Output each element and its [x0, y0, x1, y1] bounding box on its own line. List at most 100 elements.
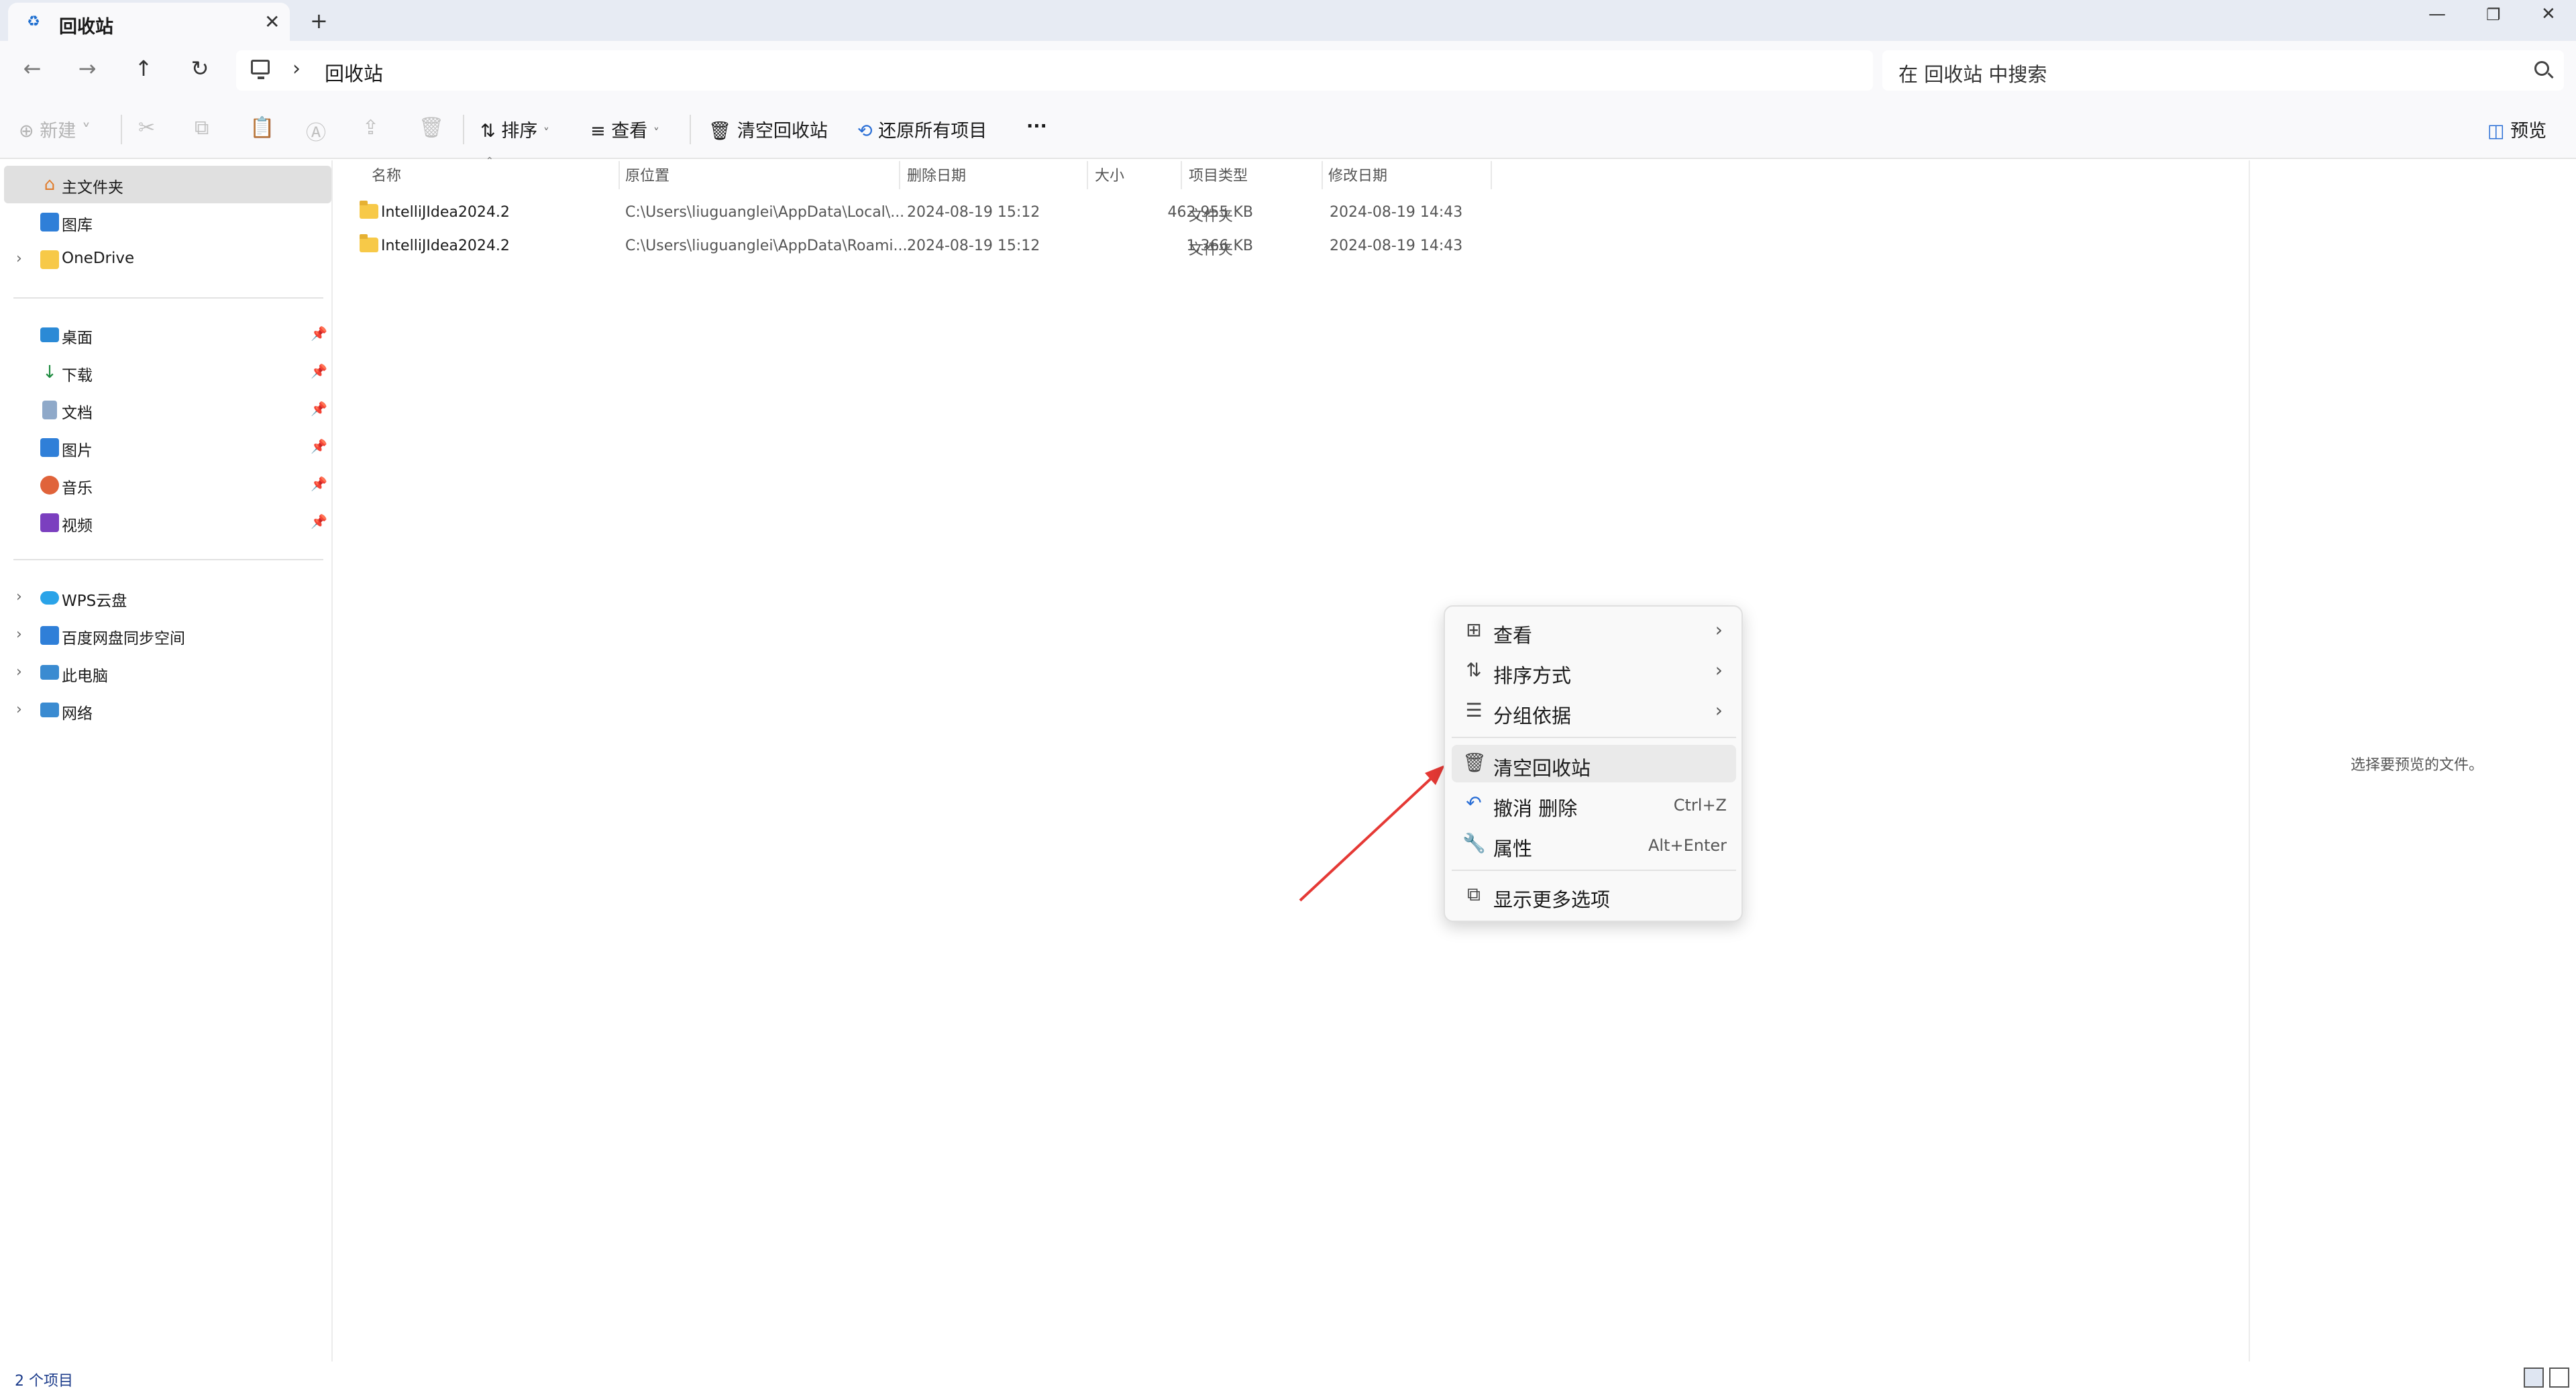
column-separator[interactable]: [1491, 161, 1492, 189]
sort-button[interactable]: ⇅ 排序 ˅: [480, 116, 549, 142]
new-button[interactable]: ⊕ 新建 ˅: [19, 116, 91, 142]
column-separator[interactable]: [1087, 161, 1088, 189]
file-date-deleted: 2024-08-19 15:12: [907, 204, 1040, 221]
preview-pane-divider[interactable]: [2249, 160, 2250, 1361]
view-label: 查看: [611, 121, 648, 142]
pin-icon[interactable]: 📌: [311, 401, 327, 417]
music-icon: [40, 476, 59, 495]
file-date-modified: 2024-08-19 14:43: [1330, 204, 1463, 221]
column-header-name[interactable]: 名称: [372, 164, 401, 185]
search-input[interactable]: 在 回收站 中搜索: [1898, 59, 2047, 87]
restore-icon[interactable]: ❐: [2486, 5, 2501, 24]
open-external-icon: ⧉: [1467, 883, 1481, 905]
column-separator[interactable]: [899, 161, 900, 189]
menu-item-group-by[interactable]: ☰ 分组依据 ›: [1452, 692, 1736, 730]
column-header-item-type[interactable]: 项目类型: [1189, 164, 1248, 185]
sidebar-item-videos[interactable]: 视频 📌: [4, 504, 331, 541]
column-separator[interactable]: [1322, 161, 1323, 189]
pin-icon[interactable]: 📌: [311, 438, 327, 454]
sidebar-item-this-pc[interactable]: › 此电脑: [4, 654, 331, 692]
new-tab-button[interactable]: +: [310, 8, 328, 34]
sidebar-item-downloads[interactable]: ↓ 下载 📌: [4, 354, 331, 391]
up-arrow-icon[interactable]: ↑: [129, 56, 158, 81]
menu-item-label: 排序方式: [1493, 664, 1572, 687]
preview-pane-button[interactable]: ◫ 预览: [2487, 116, 2546, 142]
tiles-view-button[interactable]: [2549, 1368, 2569, 1388]
menu-item-label: 查看: [1493, 624, 1533, 647]
menu-item-sort-by[interactable]: ⇅ 排序方式 ›: [1452, 652, 1736, 690]
column-separator[interactable]: [1181, 161, 1182, 189]
cut-icon[interactable]: ✂: [138, 116, 155, 140]
chevron-right-icon[interactable]: ›: [16, 588, 22, 605]
baidu-netdisk-icon: [40, 626, 59, 645]
file-row[interactable]: IntelliJIdea2024.2 C:\Users\liuguanglei\…: [349, 229, 1489, 263]
chevron-right-icon[interactable]: ›: [16, 664, 22, 680]
close-tab-icon[interactable]: ✕: [264, 11, 280, 33]
preview-label: 预览: [2510, 121, 2547, 142]
sidebar-divider: [13, 559, 323, 560]
column-header-date-modified[interactable]: 修改日期: [1328, 164, 1387, 185]
forward-arrow-icon[interactable]: →: [72, 56, 102, 81]
sidebar-item-label: 视频: [62, 517, 93, 535]
close-window-icon[interactable]: ✕: [2541, 4, 2556, 24]
share-icon[interactable]: ⇪: [362, 116, 379, 140]
sidebar-item-wps-cloud[interactable]: › WPS云盘: [4, 579, 331, 617]
rename-icon[interactable]: Ⓐ: [306, 116, 326, 146]
menu-item-undo-delete[interactable]: ↶ 撤消 删除 Ctrl+Z: [1452, 785, 1736, 823]
menu-item-shortcut: Alt+Enter: [1648, 836, 1727, 855]
search-icon[interactable]: [2534, 61, 2549, 76]
pin-icon[interactable]: 📌: [311, 476, 327, 492]
menu-item-empty-recycle-bin[interactable]: 🗑 清空回收站: [1452, 745, 1736, 782]
undo-icon: ↶: [1466, 792, 1482, 814]
context-menu: ⊞ 查看 › ⇅ 排序方式 › ☰ 分组依据 › 🗑 清空回收站 ↶ 撤消 删除…: [1444, 605, 1743, 922]
video-icon: [40, 513, 59, 532]
minimize-icon[interactable]: —: [2428, 4, 2446, 24]
column-header-date-deleted[interactable]: 删除日期: [907, 164, 966, 185]
copy-icon[interactable]: ⧉: [195, 116, 209, 140]
monitor-icon: [251, 60, 270, 79]
details-view-button[interactable]: [2524, 1368, 2544, 1388]
address-bar[interactable]: › 回收站: [236, 50, 1873, 91]
annotation-arrow-line: [1299, 772, 1438, 902]
chevron-right-icon[interactable]: ›: [292, 57, 301, 81]
sidebar-item-label: 下载: [62, 367, 93, 384]
chevron-right-icon: ›: [1715, 659, 1723, 681]
menu-item-view[interactable]: ⊞ 查看 ›: [1452, 612, 1736, 650]
sidebar-item-gallery[interactable]: 图库: [4, 203, 331, 241]
sidebar-item-music[interactable]: 音乐 📌: [4, 466, 331, 504]
file-original-location: C:\Users\liuguanglei\AppData\Roami...: [625, 238, 908, 254]
restore-all-button[interactable]: ⟲ 还原所有项目: [857, 116, 987, 142]
back-arrow-icon[interactable]: ←: [17, 56, 47, 81]
chevron-right-icon[interactable]: ›: [16, 250, 22, 267]
sidebar-item-pictures[interactable]: 图片 📌: [4, 429, 331, 466]
chevron-right-icon[interactable]: ›: [16, 626, 22, 643]
paste-icon[interactable]: 📋: [250, 116, 274, 140]
tab-recycle-bin[interactable]: ♻ 回收站 ✕: [8, 3, 290, 41]
restore-label: 还原所有项目: [878, 121, 987, 142]
preview-placeholder: 选择要预览的文件。: [2351, 757, 2484, 774]
column-separator[interactable]: [619, 161, 620, 189]
sidebar-item-label: 音乐: [62, 480, 93, 497]
chevron-right-icon[interactable]: ›: [16, 701, 22, 718]
pin-icon[interactable]: 📌: [311, 325, 327, 342]
column-header-size[interactable]: 大小: [1095, 164, 1124, 185]
sidebar-item-baidu-sync[interactable]: › 百度网盘同步空间: [4, 617, 331, 654]
sidebar-item-network[interactable]: › 网络: [4, 692, 331, 729]
sidebar-item-onedrive[interactable]: › OneDrive: [4, 241, 331, 278]
more-options-button[interactable]: ···: [1026, 116, 1047, 137]
search-box[interactable]: 在 回收站 中搜索: [1882, 50, 2564, 91]
menu-item-properties[interactable]: 🔧 属性 Alt+Enter: [1452, 825, 1736, 863]
sidebar-item-documents[interactable]: 文档 📌: [4, 391, 331, 429]
sidebar-item-home[interactable]: ⌂ 主文件夹: [4, 166, 331, 203]
sidebar-item-desktop[interactable]: 桌面 📌: [4, 316, 331, 354]
pin-icon[interactable]: 📌: [311, 363, 327, 379]
empty-recycle-bin-button[interactable]: 🗑 清空回收站: [708, 116, 828, 142]
address-location[interactable]: 回收站: [325, 58, 383, 87]
file-row[interactable]: IntelliJIdea2024.2 C:\Users\liuguanglei\…: [349, 196, 1489, 229]
refresh-icon[interactable]: ↻: [185, 56, 215, 81]
column-header-original-location[interactable]: 原位置: [625, 164, 669, 185]
pin-icon[interactable]: 📌: [311, 513, 327, 529]
delete-icon[interactable]: 🗑: [419, 116, 444, 140]
menu-item-show-more-options[interactable]: ⧉ 显示更多选项: [1452, 876, 1736, 914]
view-button[interactable]: ≡ 查看 ˅: [590, 116, 659, 142]
